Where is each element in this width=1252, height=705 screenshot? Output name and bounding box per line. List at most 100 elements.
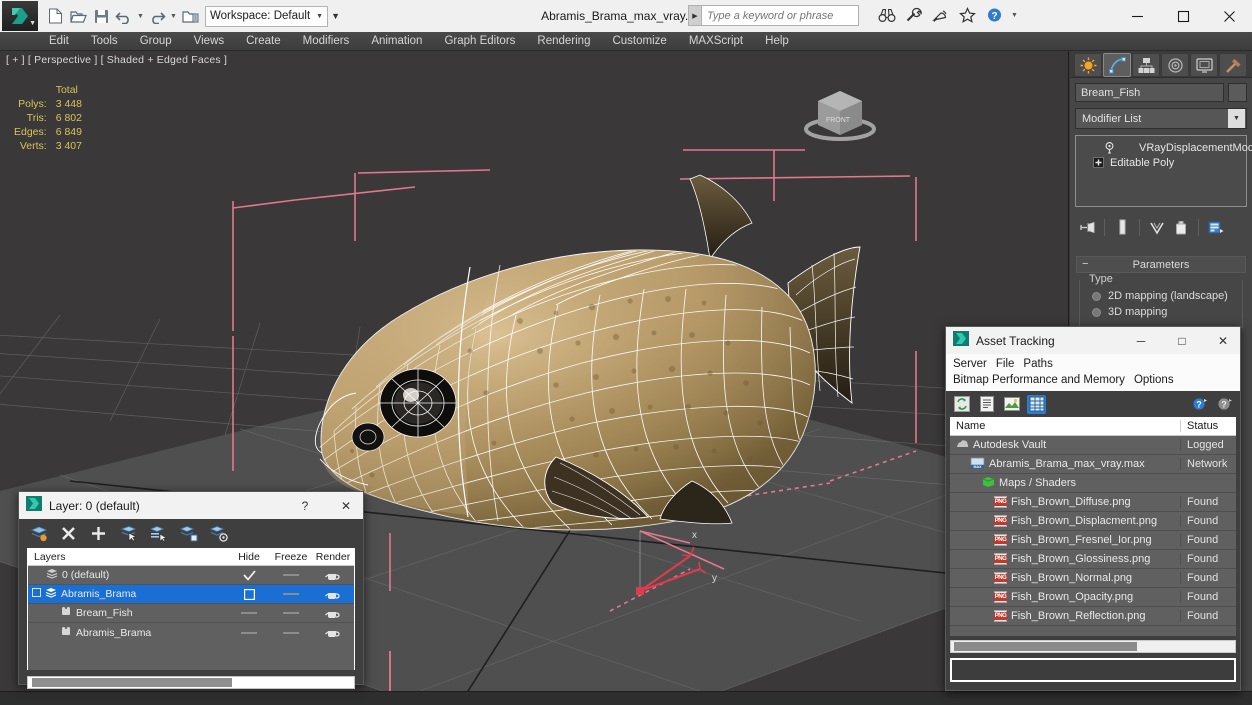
- asset-row-diffuse[interactable]: PNG Fish_Brown_Diffuse.png Found: [950, 493, 1236, 512]
- help-blue-icon[interactable]: ?: [1190, 395, 1209, 414]
- help-gray-icon[interactable]: ?: [1215, 395, 1234, 414]
- asset-row-max-file[interactable]: MAX Abramis_Brama_max_vray.max Network: [950, 455, 1236, 474]
- asset-row-fresnel-ior[interactable]: PNG Fish_Brown_Fresnel_Ior.png Found: [950, 531, 1236, 550]
- display-tab[interactable]: [1190, 53, 1218, 77]
- redo-icon[interactable]: [146, 5, 168, 27]
- layer-render-cell[interactable]: [312, 627, 354, 638]
- layer-row-bream-fish[interactable]: Bream_Fish: [28, 604, 354, 623]
- logo-dropdown-caret-icon[interactable]: ▼: [29, 20, 36, 27]
- modify-tab[interactable]: [1103, 53, 1131, 77]
- project-folder-icon[interactable]: [179, 5, 201, 27]
- object-name-field[interactable]: Bream_Fish: [1075, 83, 1224, 102]
- asset-close-button[interactable]: ✕: [1206, 327, 1240, 354]
- menu-item-animation[interactable]: Animation: [360, 32, 433, 51]
- menu-item-paths[interactable]: Paths: [1023, 356, 1061, 372]
- list-view-icon[interactable]: [977, 395, 996, 414]
- satellite-icon[interactable]: [929, 3, 952, 27]
- star-icon[interactable]: [956, 3, 979, 27]
- redo-dropdown-caret-icon[interactable]: ▼: [169, 13, 178, 20]
- create-new-layer-icon[interactable]: [29, 524, 48, 543]
- modifier-stack-item-displacement[interactable]: VRayDisplacementMod: [1076, 140, 1252, 155]
- layer-horizontal-scrollbar[interactable]: [27, 676, 355, 689]
- asset-row-reflection[interactable]: PNG Fish_Brown_Reflection.png Found: [950, 607, 1236, 626]
- configure-sets-icon[interactable]: [1205, 216, 1227, 238]
- asset-row-vault[interactable]: Autodesk Vault Logged: [950, 436, 1236, 455]
- menu-item-file[interactable]: File: [996, 356, 1024, 372]
- grid-view-icon[interactable]: [1027, 394, 1046, 414]
- asset-row-opacity[interactable]: PNG Fish_Brown_Opacity.png Found: [950, 588, 1236, 607]
- utilities-tab[interactable]: [1219, 53, 1247, 77]
- chevron-down-icon[interactable]: ▼: [1228, 109, 1245, 128]
- asset-tracking-titlebar[interactable]: Asset Tracking ─ □ ✕: [946, 327, 1240, 354]
- thumbnail-view-icon[interactable]: [1002, 395, 1021, 414]
- remove-modifier-icon[interactable]: [1170, 216, 1192, 238]
- menu-item-views[interactable]: Views: [183, 32, 235, 51]
- viewport-label[interactable]: [ + ] [ Perspective ] [ Shaded + Edged F…: [6, 54, 227, 66]
- select-objects-in-layer-icon[interactable]: [119, 524, 138, 543]
- new-scene-icon[interactable]: [44, 5, 66, 27]
- save-file-icon[interactable]: [90, 5, 112, 27]
- undo-dropdown-caret-icon[interactable]: ▼: [136, 13, 145, 20]
- layer-row-default[interactable]: 0 (default): [28, 566, 354, 585]
- help-icon[interactable]: ?: [983, 3, 1006, 27]
- lightbulb-icon[interactable]: [1104, 141, 1115, 154]
- undo-icon[interactable]: [113, 5, 135, 27]
- layer-freeze-cell[interactable]: [270, 574, 312, 576]
- layer-help-button[interactable]: ?: [288, 492, 322, 519]
- show-end-result-icon[interactable]: [1111, 216, 1133, 238]
- delete-layer-icon[interactable]: [59, 524, 78, 543]
- expand-box-icon[interactable]: [32, 588, 41, 600]
- add-selection-to-layer-icon[interactable]: [89, 524, 108, 543]
- layer-hide-cell[interactable]: [228, 612, 270, 614]
- make-unique-icon[interactable]: [1146, 216, 1168, 238]
- layer-row-abramis-brama-object[interactable]: Abramis_Brama: [28, 623, 354, 642]
- modifier-list-dropdown[interactable]: Modifier List ▼: [1075, 108, 1247, 129]
- menu-item-graph-editors[interactable]: Graph Editors: [433, 32, 526, 51]
- wrench-icon[interactable]: [902, 3, 925, 27]
- search-box[interactable]: ▶: [688, 5, 859, 26]
- radio-2d-mapping[interactable]: 2D mapping (landscape): [1080, 288, 1242, 304]
- asset-list[interactable]: Name Status Autodesk Vault Logged MAX Ab…: [950, 417, 1236, 636]
- menu-item-tools[interactable]: Tools: [80, 32, 129, 51]
- layer-freeze-cell[interactable]: [270, 612, 312, 614]
- highlight-selected-objects-icon[interactable]: [179, 524, 198, 543]
- layer-render-cell[interactable]: [312, 570, 354, 581]
- modifier-stack-item-editable-poly[interactable]: Editable Poly: [1076, 155, 1246, 170]
- menu-item-maxscript[interactable]: MAXScript: [678, 32, 754, 51]
- search-input[interactable]: [702, 5, 859, 26]
- refresh-icon[interactable]: [952, 395, 971, 414]
- modifier-stack[interactable]: VRayDisplacementMod Editable Poly: [1075, 135, 1252, 207]
- scrollbar-thumb[interactable]: [954, 642, 1137, 651]
- menu-item-modifiers[interactable]: Modifiers: [292, 32, 361, 51]
- layer-hide-cell[interactable]: [228, 588, 270, 600]
- menu-item-create[interactable]: Create: [235, 32, 292, 51]
- asset-row-displacement[interactable]: PNG Fish_Brown_Displacment.png Found: [950, 512, 1236, 531]
- pin-stack-icon[interactable]: [1076, 216, 1098, 238]
- help-dropdown-caret-icon[interactable]: ▼: [1010, 12, 1019, 19]
- menu-item-edit[interactable]: Edit: [38, 32, 80, 51]
- asset-minimize-button[interactable]: ─: [1124, 327, 1158, 354]
- layer-row-abramis-brama[interactable]: Abramis_Brama: [28, 585, 354, 604]
- menu-item-options[interactable]: Options: [1134, 372, 1183, 388]
- layer-hide-cell[interactable]: [228, 569, 270, 581]
- layer-dialog-titlebar[interactable]: Layer: 0 (default) ? ✕: [19, 492, 363, 519]
- asset-maximize-button[interactable]: □: [1165, 327, 1199, 354]
- binoculars-icon[interactable]: [875, 3, 898, 27]
- asset-row-glossiness[interactable]: PNG Fish_Brown_Glossiness.png Found: [950, 550, 1236, 569]
- minimize-button[interactable]: [1114, 0, 1160, 32]
- radio-button-icon[interactable]: [1092, 307, 1101, 317]
- layer-list[interactable]: Layers Hide Freeze Render 0 (default) Ab…: [27, 548, 355, 670]
- hierarchy-tab[interactable]: [1132, 53, 1160, 77]
- create-tab[interactable]: [1074, 53, 1102, 77]
- plus-box-icon[interactable]: [1088, 157, 1108, 168]
- viewcube[interactable]: FRONT: [794, 81, 886, 151]
- rollout-collapse-icon[interactable]: −: [1082, 259, 1088, 270]
- scrollbar-thumb[interactable]: [32, 678, 232, 687]
- layer-hide-cell[interactable]: [228, 631, 270, 634]
- maximize-button[interactable]: [1160, 0, 1206, 32]
- menu-item-help[interactable]: Help: [754, 32, 800, 51]
- motion-tab[interactable]: [1161, 53, 1189, 77]
- layer-render-cell[interactable]: [312, 589, 354, 600]
- layer-freeze-cell[interactable]: [270, 631, 312, 634]
- menu-item-rendering[interactable]: Rendering: [526, 32, 601, 51]
